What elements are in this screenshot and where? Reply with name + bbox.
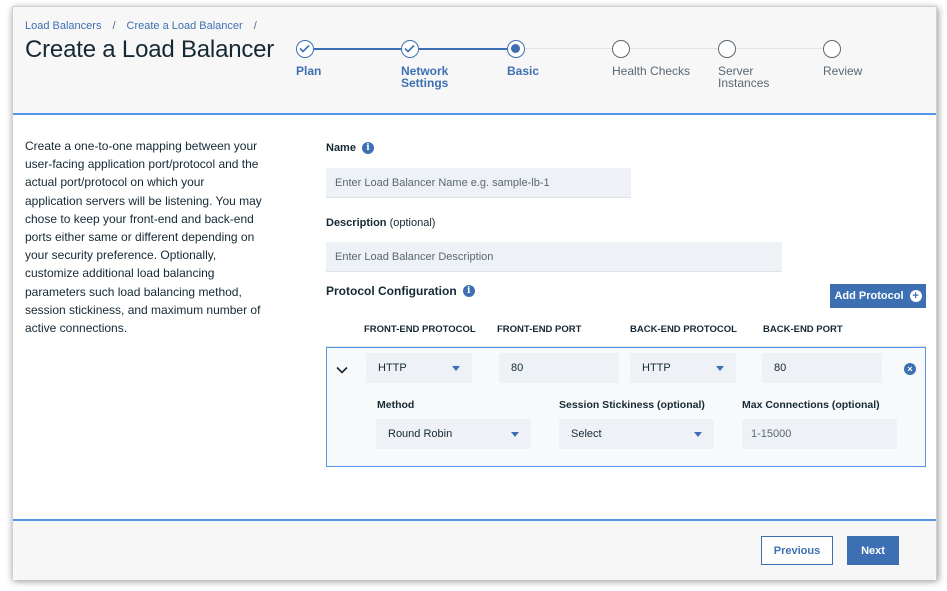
backend-protocol-value: HTTP bbox=[642, 362, 671, 374]
backend-protocol-select[interactable]: HTTP bbox=[630, 353, 736, 383]
protocol-config-label: Protocol Configuration i bbox=[326, 284, 475, 298]
previous-button[interactable]: Previous bbox=[761, 536, 833, 565]
description-input[interactable] bbox=[326, 242, 782, 272]
method-label: Method bbox=[377, 399, 414, 411]
header-divider bbox=[13, 113, 936, 115]
name-label: Name i bbox=[326, 142, 374, 154]
step-review-pending-icon[interactable] bbox=[823, 40, 841, 58]
add-protocol-button[interactable]: Add Protocol + bbox=[830, 284, 926, 308]
step-label-network-settings[interactable]: Network Settings bbox=[401, 65, 461, 89]
frontend-protocol-select[interactable]: HTTP bbox=[366, 353, 472, 383]
method-label-text: Method bbox=[377, 399, 415, 411]
max-connections-label: Max Connections (optional) bbox=[742, 399, 880, 411]
description-optional-text: (optional) bbox=[389, 217, 436, 229]
breadcrumb: Load Balancers / Create a Load Balancer … bbox=[25, 20, 257, 32]
name-input[interactable] bbox=[326, 168, 631, 198]
description-label: Description (optional) bbox=[326, 217, 435, 229]
step-health-pending-icon[interactable] bbox=[612, 40, 630, 58]
frontend-port-value: 80 bbox=[511, 362, 524, 374]
step-basic-current-icon[interactable] bbox=[507, 40, 525, 58]
stickiness-value: Select bbox=[571, 428, 602, 440]
step-label-review[interactable]: Review bbox=[823, 65, 903, 77]
add-protocol-label: Add Protocol bbox=[834, 290, 904, 302]
step-connector bbox=[525, 48, 614, 49]
chevron-down-icon[interactable] bbox=[334, 362, 350, 378]
backend-port-value: 80 bbox=[774, 362, 787, 374]
col-frontend-protocol: FRONT-END PROTOCOL bbox=[364, 324, 476, 335]
step-plan-check-icon[interactable] bbox=[296, 40, 314, 58]
app-window: Load Balancers / Create a Load Balancer … bbox=[12, 6, 937, 580]
intro-description: Create a one-to-one mapping between your… bbox=[25, 139, 262, 336]
breadcrumb-create-load-balancer[interactable]: Create a Load Balancer bbox=[127, 20, 243, 32]
description-label-text: Description (optional) bbox=[326, 217, 435, 229]
breadcrumb-separator: / bbox=[253, 20, 257, 32]
name-info-icon[interactable]: i bbox=[361, 142, 374, 154]
step-connector bbox=[736, 48, 824, 49]
step-server-pending-icon[interactable] bbox=[718, 40, 736, 58]
caret-down-icon bbox=[452, 366, 460, 371]
frontend-protocol-value: HTTP bbox=[378, 362, 407, 374]
method-select[interactable]: Round Robin bbox=[376, 419, 531, 449]
col-backend-port: BACK-END PORT bbox=[763, 324, 843, 335]
stickiness-select[interactable]: Select bbox=[559, 419, 714, 449]
protocol-info-icon[interactable]: i bbox=[462, 285, 475, 297]
step-connector bbox=[314, 48, 402, 50]
plus-icon: + bbox=[909, 290, 922, 302]
caret-down-icon bbox=[511, 432, 519, 437]
caret-down-icon bbox=[694, 432, 702, 437]
page-title: Create a Load Balancer bbox=[25, 36, 275, 63]
breadcrumb-separator: / bbox=[112, 20, 116, 32]
step-connector bbox=[630, 48, 719, 49]
max-connections-input[interactable] bbox=[742, 419, 897, 449]
name-label-text: Name bbox=[326, 142, 356, 154]
remove-row-icon[interactable]: × bbox=[904, 363, 916, 375]
backend-port-input[interactable]: 80 bbox=[762, 353, 882, 383]
description-label-main: Description bbox=[326, 217, 387, 229]
step-label-basic[interactable]: Basic bbox=[507, 65, 587, 77]
method-value: Round Robin bbox=[388, 428, 453, 440]
col-frontend-port: FRONT-END PORT bbox=[497, 324, 582, 335]
step-label-plan[interactable]: Plan bbox=[296, 65, 376, 77]
step-label-server-instances[interactable]: Server Instances bbox=[718, 65, 778, 89]
step-label-health-checks[interactable]: Health Checks bbox=[612, 65, 702, 77]
caret-down-icon bbox=[716, 366, 724, 371]
stickiness-label: Session Stickiness (optional) bbox=[559, 399, 705, 411]
step-network-check-icon[interactable] bbox=[401, 40, 419, 58]
next-button[interactable]: Next bbox=[847, 536, 899, 565]
step-connector bbox=[419, 48, 507, 50]
breadcrumb-load-balancers[interactable]: Load Balancers bbox=[25, 20, 101, 32]
frontend-port-input[interactable]: 80 bbox=[499, 353, 619, 383]
protocol-config-label-text: Protocol Configuration bbox=[326, 284, 457, 298]
col-backend-protocol: BACK-END PROTOCOL bbox=[630, 324, 737, 335]
